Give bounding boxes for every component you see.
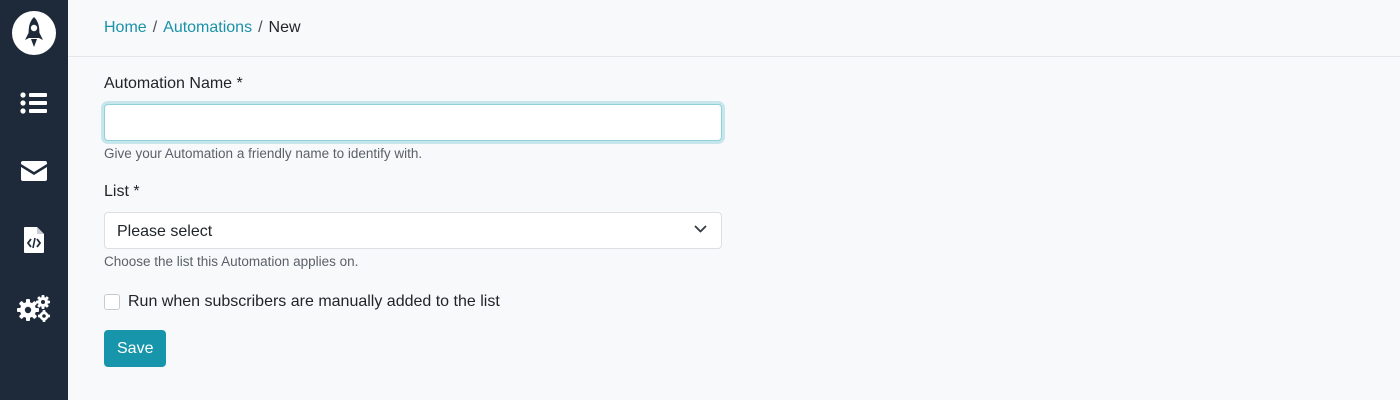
envelope-icon[interactable]: [16, 153, 52, 189]
list-icon[interactable]: [16, 85, 52, 121]
breadcrumb: Home / Automations / New: [104, 18, 301, 38]
chevron-down-icon: [694, 225, 707, 233]
list-select[interactable]: Please select: [104, 212, 722, 249]
sidebar: [0, 0, 68, 400]
code-file-icon[interactable]: [16, 222, 52, 258]
list-help: Choose the list this Automation applies …: [104, 254, 359, 269]
list-label: List *: [104, 183, 140, 200]
breadcrumb-separator: /: [258, 19, 263, 36]
rocket-logo-icon[interactable]: [12, 11, 56, 55]
top-bar: Home / Automations / New: [68, 0, 1400, 57]
automation-name-label: Automation Name *: [104, 75, 243, 92]
breadcrumb-home-link[interactable]: Home: [104, 19, 147, 36]
breadcrumb-separator: /: [152, 19, 158, 36]
breadcrumb-current: New: [268, 19, 301, 36]
automation-name-input[interactable]: [104, 104, 722, 141]
automation-name-help: Give your Automation a friendly name to …: [104, 146, 423, 161]
breadcrumb-automations-link[interactable]: Automations: [163, 19, 252, 36]
manual-add-checkbox-label[interactable]: Run when subscribers are manually added …: [128, 293, 500, 311]
gears-icon[interactable]: [16, 290, 52, 326]
automation-form: Automation Name * Give your Automation a…: [104, 74, 724, 367]
manual-add-checkbox-row: Run when subscribers are manually added …: [104, 292, 724, 312]
manual-add-checkbox[interactable]: [104, 294, 120, 310]
save-button[interactable]: Save: [104, 330, 167, 367]
list-select-value: Please select: [117, 223, 213, 240]
